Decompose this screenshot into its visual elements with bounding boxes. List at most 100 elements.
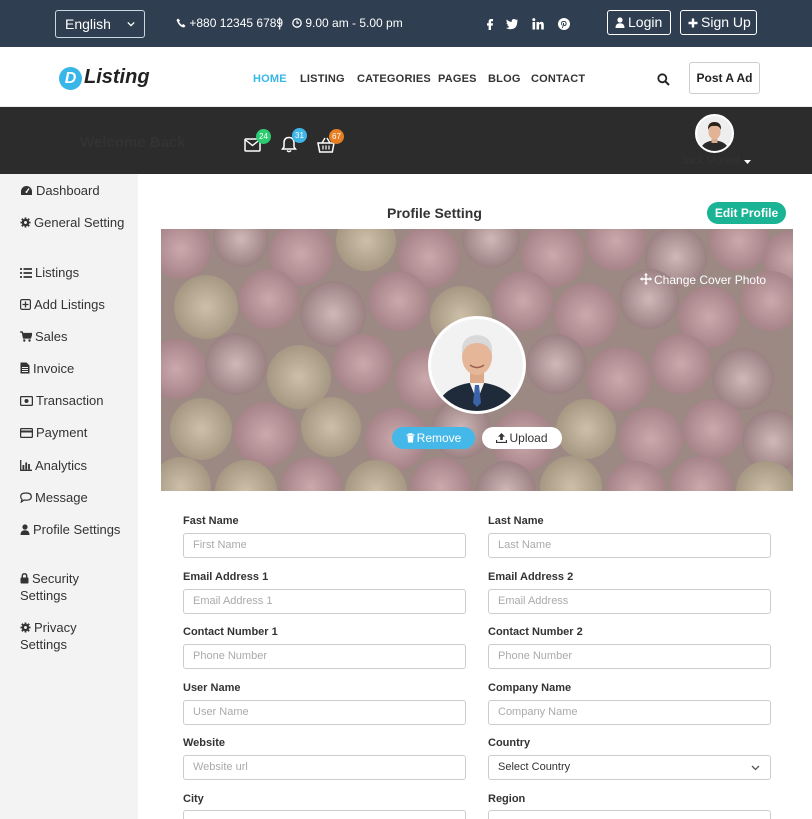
company-name-label: Company Name xyxy=(488,682,572,694)
nav-pages[interactable]: PAGES xyxy=(438,73,477,85)
first-name-field[interactable]: First Name xyxy=(183,533,466,558)
first-name-label: Fast Name xyxy=(183,515,239,527)
user-name[interactable]: Jack Morkel xyxy=(681,155,740,167)
messages-button[interactable]: 24 xyxy=(244,129,271,153)
sidebar-item-payment[interactable]: Payment xyxy=(19,424,125,441)
trash-icon xyxy=(406,433,415,443)
email-1-field[interactable]: Email Address 1 xyxy=(183,589,466,614)
nav-listing[interactable]: LISTING xyxy=(300,73,345,85)
sidebar-item-analytics[interactable]: Analytics xyxy=(20,457,125,474)
sidebar-item-dashboard[interactable]: Dashboard xyxy=(20,182,125,199)
lock-icon xyxy=(20,573,29,584)
user-name-label: User Name xyxy=(183,682,241,694)
website-field[interactable]: Website url xyxy=(183,755,466,780)
sidebar-item-label: Profile Settings xyxy=(33,522,121,537)
move-arrows-icon xyxy=(640,273,652,285)
pinterest-icon[interactable] xyxy=(557,17,571,31)
sidebar-item-profile-settings[interactable]: Profile Settings xyxy=(20,521,125,538)
contact-2-field[interactable]: Phone Number xyxy=(488,644,771,669)
facebook-icon[interactable] xyxy=(483,17,497,31)
separator: | xyxy=(278,15,282,30)
region-label: Region xyxy=(488,793,526,805)
contact-2-label: Contact Number 2 xyxy=(488,626,583,638)
sidebar-item-add-listings[interactable]: Add Listings xyxy=(20,296,125,313)
comment-icon xyxy=(20,492,32,504)
cart-button[interactable]: 67 xyxy=(317,129,344,153)
language-select[interactable]: English xyxy=(55,10,145,38)
nav-blog[interactable]: BLOG xyxy=(488,73,521,85)
remove-photo-button[interactable]: Remove xyxy=(392,427,475,449)
nav-contact[interactable]: CONTACT xyxy=(531,73,585,85)
company-name-field[interactable]: Company Name xyxy=(488,700,771,725)
last-name-field[interactable]: Last Name xyxy=(488,533,771,558)
profile-photo[interactable] xyxy=(428,316,526,414)
sidebar-item-label: General Setting xyxy=(34,215,125,230)
region-field[interactable] xyxy=(488,810,771,819)
hours-info: 9.00 am - 5.00 pm xyxy=(292,16,403,30)
nav-categories[interactable]: CATEGORIES xyxy=(357,73,431,85)
website-label: Website xyxy=(183,737,225,749)
chevron-down-icon xyxy=(127,21,135,27)
sidebar-item-label: Payment xyxy=(36,425,88,440)
list-icon xyxy=(20,268,32,278)
sidebar-item-transaction[interactable]: Transaction xyxy=(19,392,125,409)
cart-badge: 67 xyxy=(329,129,344,144)
twitter-icon[interactable] xyxy=(505,17,519,31)
email-2-field[interactable]: Email Address xyxy=(488,589,771,614)
sidebar-item-label: Add Listings xyxy=(34,297,105,312)
signup-button[interactable]: Sign Up xyxy=(680,10,757,35)
country-select[interactable]: Select Country xyxy=(488,755,771,780)
country-label: Country xyxy=(488,737,531,749)
sidebar-item-listings[interactable]: Listings xyxy=(20,264,125,281)
change-cover-label: Change Cover Photo xyxy=(654,273,767,287)
credit-card-icon xyxy=(19,427,34,439)
sidebar-item-label: Sales xyxy=(35,329,68,344)
linkedin-icon[interactable] xyxy=(531,17,545,31)
upload-icon xyxy=(496,433,508,444)
phone-text: +880 12345 6789 xyxy=(189,16,284,30)
plus-icon xyxy=(688,18,698,28)
edit-profile-button[interactable]: Edit Profile xyxy=(707,202,786,224)
phone-info: +880 12345 6789 xyxy=(176,16,283,30)
post-ad-button[interactable]: Post A Ad xyxy=(689,62,760,94)
logo-text[interactable]: Listing xyxy=(84,66,150,89)
email-1-label: Email Address 1 xyxy=(183,571,269,583)
caret-down-icon[interactable] xyxy=(744,160,751,164)
chevron-down-icon xyxy=(751,765,760,771)
sidebar-item-label: Dashboard xyxy=(36,183,100,198)
sidebar-item-invoice[interactable]: Invoice xyxy=(20,360,125,377)
file-icon xyxy=(20,362,30,374)
gear-icon xyxy=(20,217,31,228)
upload-photo-button[interactable]: Upload xyxy=(482,427,562,449)
gear-icon xyxy=(20,622,31,633)
city-field[interactable] xyxy=(183,810,466,819)
clock-icon xyxy=(292,18,302,28)
notifications-badge: 31 xyxy=(292,128,307,143)
search-icon[interactable] xyxy=(657,73,670,86)
avatar-image xyxy=(697,116,732,151)
messages-badge: 24 xyxy=(256,129,271,144)
phone-icon xyxy=(176,18,186,28)
sidebar-item-message[interactable]: Message xyxy=(20,489,125,506)
sidebar-item-label: Transaction xyxy=(36,393,104,408)
sidebar-item-privacy-settings[interactable]: Privacy Settings xyxy=(20,619,125,653)
money-icon xyxy=(19,395,34,407)
change-cover-button[interactable]: Change Cover Photo xyxy=(640,273,766,287)
logo-mark[interactable]: D xyxy=(59,67,82,90)
login-label: Login xyxy=(628,14,663,30)
notifications-button[interactable]: 31 xyxy=(281,128,307,153)
hours-text: 9.00 am - 5.00 pm xyxy=(305,16,403,30)
plus-square-icon xyxy=(20,299,32,311)
sidebar-item-sales[interactable]: Sales xyxy=(20,328,125,345)
sidebar-item-general-setting[interactable]: General Setting xyxy=(20,214,125,231)
user-avatar[interactable] xyxy=(695,114,734,153)
country-value: Select Country xyxy=(498,761,571,773)
bar-chart-icon xyxy=(20,460,32,471)
sidebar-item-security-settings[interactable]: Security Settings xyxy=(20,570,125,604)
login-button[interactable]: Login xyxy=(607,10,671,35)
contact-1-label: Contact Number 1 xyxy=(183,626,278,638)
sidebar-item-label: Message xyxy=(35,490,88,505)
user-name-field[interactable]: User Name xyxy=(183,700,466,725)
contact-1-field[interactable]: Phone Number xyxy=(183,644,466,669)
nav-home[interactable]: HOME xyxy=(253,73,287,85)
